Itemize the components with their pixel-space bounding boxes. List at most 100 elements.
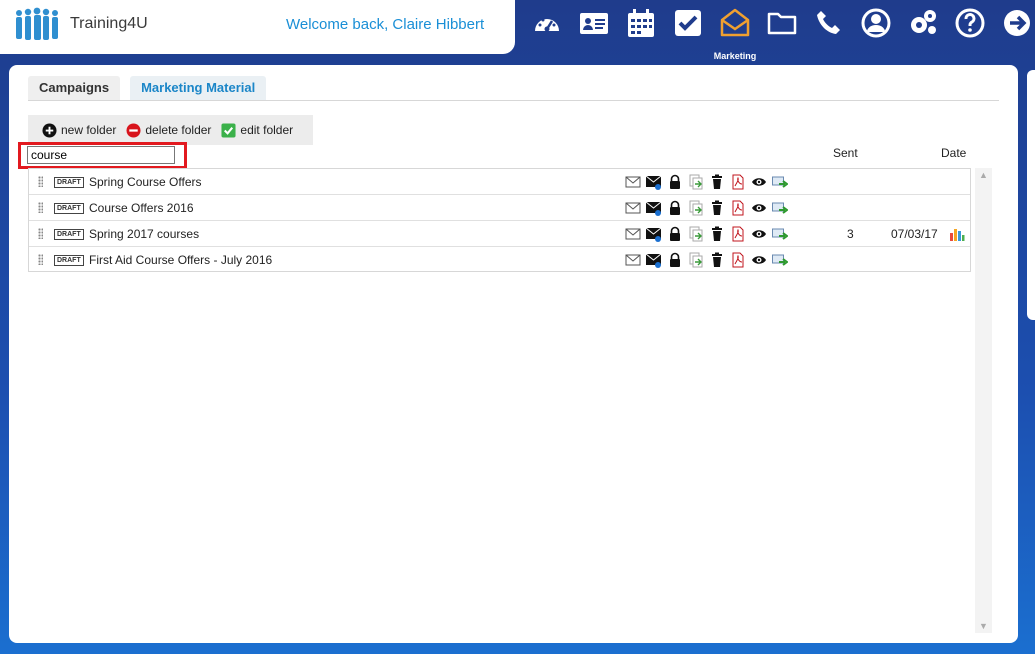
test-email-icon[interactable] — [646, 174, 662, 190]
delete-icon[interactable] — [709, 200, 725, 216]
drag-handle-icon[interactable] — [38, 254, 43, 265]
logout-arrow-icon — [1003, 10, 1030, 36]
nav-help[interactable] — [946, 0, 993, 46]
status-badge: DRAFT — [54, 255, 84, 266]
dashboard-icon — [534, 18, 559, 32]
lock-icon[interactable] — [667, 226, 683, 242]
row-title[interactable]: Course Offers 2016 — [89, 201, 194, 215]
preview-eye-icon[interactable] — [751, 252, 767, 268]
new-folder-label: new folder — [61, 123, 117, 137]
table-row[interactable]: DRAFT First Aid Course Offers - July 201… — [29, 247, 970, 273]
scroll-up-arrow-icon[interactable]: ▲ — [975, 168, 992, 182]
main-nav — [523, 0, 1035, 64]
tab-divider — [28, 100, 999, 101]
tab-marketing-material[interactable]: Marketing Material — [130, 76, 267, 100]
status-badge: DRAFT — [54, 177, 84, 188]
stats-chart-icon[interactable] — [949, 226, 965, 245]
column-header-sent[interactable]: Sent — [833, 146, 858, 160]
scroll-down-arrow-icon[interactable]: ▼ — [975, 619, 992, 633]
tab-campaigns[interactable]: Campaigns — [28, 76, 121, 100]
nav-dashboard[interactable] — [523, 0, 570, 46]
delete-icon[interactable] — [709, 226, 725, 242]
delete-icon[interactable] — [709, 252, 725, 268]
sent-count: 3 — [847, 227, 854, 241]
people-logo-icon — [16, 7, 58, 40]
send-icon[interactable] — [772, 200, 788, 216]
side-panel-edge — [1027, 70, 1035, 320]
nav-account[interactable] — [852, 0, 899, 46]
send-icon[interactable] — [772, 226, 788, 242]
edit-folder-button[interactable]: edit folder — [221, 122, 294, 138]
lock-icon[interactable] — [667, 200, 683, 216]
edit-folder-label: edit folder — [240, 123, 294, 137]
nav-calendar[interactable] — [617, 0, 664, 46]
send-icon[interactable] — [772, 252, 788, 268]
folder-icon — [767, 12, 796, 35]
preview-eye-icon[interactable] — [751, 174, 767, 190]
nav-tasks[interactable] — [664, 0, 711, 46]
copy-icon[interactable] — [688, 252, 704, 268]
main-panel: Campaigns Marketing Material new folder … — [9, 65, 1018, 643]
copy-icon[interactable] — [688, 174, 704, 190]
new-folder-button[interactable]: new folder — [42, 122, 117, 138]
email-icon[interactable] — [625, 200, 641, 216]
row-title[interactable]: Spring 2017 courses — [89, 227, 199, 241]
lock-icon[interactable] — [667, 252, 683, 268]
nav-phone[interactable] — [805, 0, 852, 46]
delete-folder-button[interactable]: delete folder — [126, 122, 211, 138]
status-badge: DRAFT — [54, 229, 84, 240]
send-icon[interactable] — [772, 174, 788, 190]
test-email-icon[interactable] — [646, 200, 662, 216]
row-title[interactable]: First Aid Course Offers - July 2016 — [89, 253, 272, 267]
email-icon[interactable] — [625, 174, 641, 190]
table-row[interactable]: DRAFT Spring 2017 courses 3 07/03/17 — [29, 221, 970, 247]
email-icon[interactable] — [625, 252, 641, 268]
nav-files[interactable] — [758, 0, 805, 46]
material-list: DRAFT Spring Course Offers DRAFT Course … — [28, 168, 971, 272]
welcome-message: Welcome back, Claire Hibbert — [286, 16, 485, 33]
remove-circle-icon — [126, 122, 141, 138]
column-header-date[interactable]: Date — [941, 146, 966, 160]
table-row[interactable]: DRAFT Course Offers 2016 — [29, 195, 970, 221]
status-badge: DRAFT — [54, 203, 84, 214]
nav-logout[interactable] — [993, 0, 1035, 46]
tasks-check-icon — [674, 10, 701, 36]
contact-card-icon — [579, 13, 608, 34]
settings-icon — [910, 10, 936, 34]
active-nav-label: Marketing — [713, 51, 757, 61]
lock-icon[interactable] — [667, 174, 683, 190]
sent-date: 07/03/17 — [891, 227, 938, 241]
nav-contacts[interactable] — [570, 0, 617, 46]
email-icon[interactable] — [625, 226, 641, 242]
nav-marketing[interactable] — [711, 0, 758, 46]
logo[interactable]: Training4U — [14, 7, 148, 41]
copy-icon[interactable] — [688, 226, 704, 242]
delete-icon[interactable] — [709, 174, 725, 190]
logo-text: Training4U — [70, 15, 148, 32]
row-actions — [625, 200, 788, 216]
edit-check-icon — [221, 122, 236, 138]
user-icon — [861, 8, 890, 38]
tab-bar: Campaigns Marketing Material — [28, 76, 267, 100]
copy-icon[interactable] — [688, 200, 704, 216]
drag-handle-icon[interactable] — [38, 202, 43, 213]
vertical-scrollbar[interactable]: ▲ ▼ — [975, 168, 992, 633]
pdf-icon[interactable] — [730, 200, 746, 216]
table-row[interactable]: DRAFT Spring Course Offers — [29, 169, 970, 195]
test-email-icon[interactable] — [646, 252, 662, 268]
phone-icon — [816, 11, 840, 34]
pdf-icon[interactable] — [730, 252, 746, 268]
row-actions — [625, 226, 788, 242]
header-bar: Training4U Welcome back, Claire Hibbert — [0, 0, 515, 54]
test-email-icon[interactable] — [646, 226, 662, 242]
drag-handle-icon[interactable] — [38, 228, 43, 239]
nav-settings[interactable] — [899, 0, 946, 46]
preview-eye-icon[interactable] — [751, 226, 767, 242]
search-input[interactable] — [27, 146, 175, 164]
drag-handle-icon[interactable] — [38, 176, 43, 187]
row-title[interactable]: Spring Course Offers — [89, 175, 202, 189]
pdf-icon[interactable] — [730, 226, 746, 242]
pdf-icon[interactable] — [730, 174, 746, 190]
help-icon — [955, 8, 984, 38]
preview-eye-icon[interactable] — [751, 200, 767, 216]
